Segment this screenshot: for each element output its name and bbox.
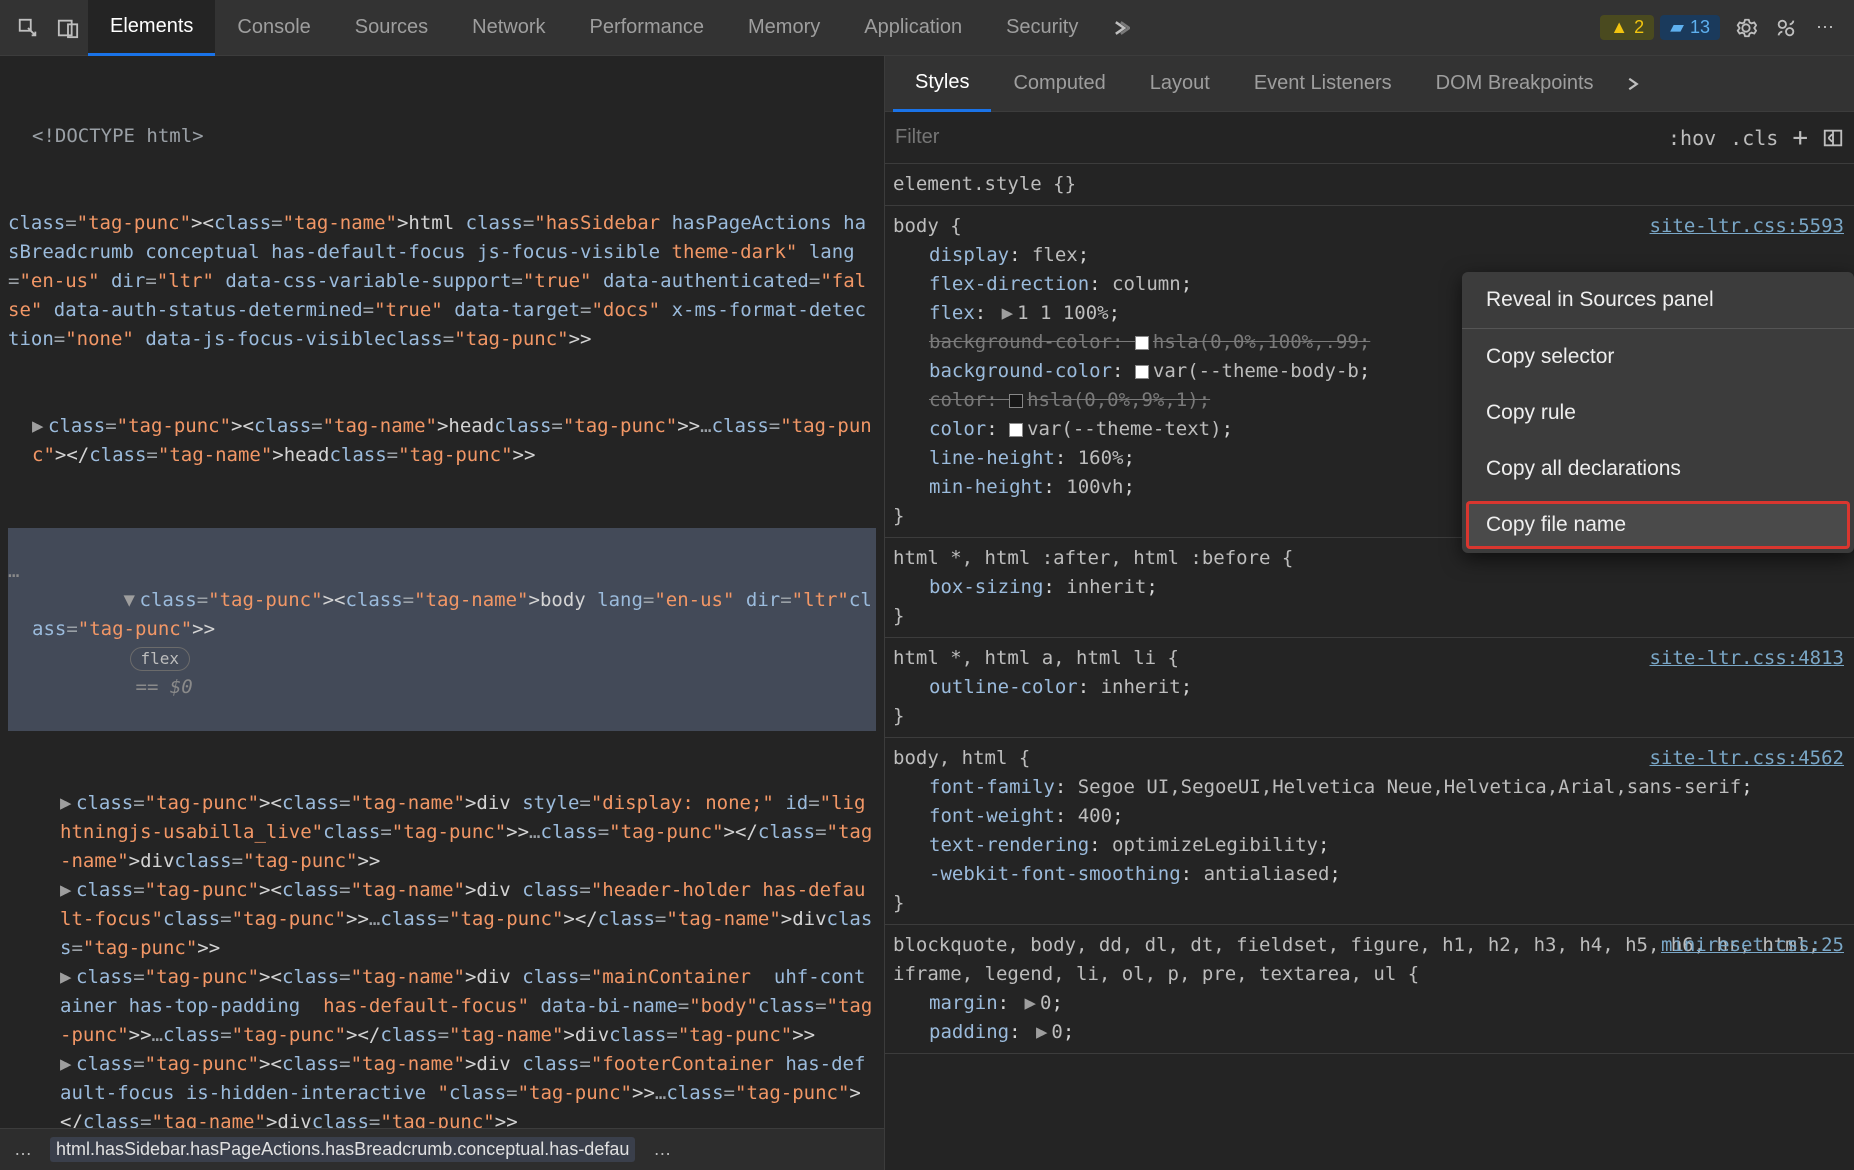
css-rule[interactable]: site-ltr.css:4813 html *, html a, html li… [885, 638, 1854, 738]
body-gutter: … [8, 557, 19, 586]
rule-source-link[interactable]: site-ltr.css:4562 [1650, 744, 1844, 773]
dom-child-node[interactable]: ▶class="tag-punc"><class="tag-name">div … [8, 963, 876, 1050]
more-tabs-icon[interactable] [1100, 8, 1140, 48]
main-tab-performance[interactable]: Performance [568, 0, 727, 56]
color-swatch[interactable] [1135, 365, 1149, 379]
main-tab-security[interactable]: Security [984, 0, 1100, 56]
rule-selector[interactable]: body { [893, 215, 962, 237]
main-tab-application[interactable]: Application [842, 0, 984, 56]
color-swatch[interactable] [1009, 423, 1023, 437]
dom-tree[interactable]: <!DOCTYPE html> class="tag-punc"><class=… [0, 56, 884, 1128]
css-rule[interactable]: element.style {} [885, 164, 1854, 206]
new-rule-button[interactable]: + [1792, 123, 1808, 153]
expand-icon[interactable]: ▶ [1036, 1021, 1047, 1043]
doctype-line[interactable]: <!DOCTYPE html> [8, 122, 876, 151]
context-menu-item[interactable]: Reveal in Sources panel [1462, 272, 1854, 328]
color-swatch[interactable] [1135, 336, 1149, 350]
messages-badge[interactable]: ▰ 13 [1660, 15, 1720, 40]
rule-selector[interactable]: html *, html :after, html :before { [893, 547, 1293, 569]
elements-panel: <!DOCTYPE html> class="tag-punc"><class=… [0, 56, 885, 1170]
rule-source-link[interactable]: site-ltr.css:5593 [1650, 212, 1844, 241]
rule-selector[interactable]: html *, html a, html li { [893, 647, 1179, 669]
computed-sidebar-toggle-icon[interactable] [1822, 127, 1844, 149]
expand-icon[interactable]: ▶ [1002, 302, 1013, 324]
settings-icon[interactable] [1726, 8, 1766, 48]
warnings-badge[interactable]: ▲ 2 [1600, 15, 1654, 40]
sub-tab-dom-breakpoints[interactable]: DOM Breakpoints [1414, 56, 1616, 112]
context-menu-item[interactable]: Copy file name [1466, 501, 1850, 549]
head-node[interactable]: ▶class="tag-punc"><class="tag-name">head… [8, 412, 876, 470]
css-declaration[interactable]: outline-color: inherit; [893, 673, 1846, 702]
context-menu-item[interactable]: Copy selector [1462, 329, 1854, 385]
css-declaration[interactable]: font-weight: 400; [893, 802, 1846, 831]
message-icon: ▰ [1670, 17, 1684, 38]
html-open[interactable]: class="tag-punc"><class="tag-name">html … [8, 209, 876, 354]
main-tab-sources[interactable]: Sources [333, 0, 450, 56]
more-subtabs-icon[interactable] [1624, 75, 1642, 93]
breadcrumb-right-ellipsis: … [653, 1139, 671, 1160]
css-declaration[interactable]: -webkit-font-smoothing: antialiased; [893, 860, 1846, 889]
styles-panel: StylesComputedLayoutEvent ListenersDOM B… [885, 56, 1854, 1170]
context-menu: Reveal in Sources panelCopy selectorCopy… [1462, 272, 1854, 553]
styles-filter-input[interactable] [895, 126, 1654, 149]
device-toggle-icon[interactable] [48, 8, 88, 48]
breadcrumb[interactable]: … html.hasSidebar.hasPageActions.hasBrea… [0, 1128, 884, 1170]
styles-tab-bar: StylesComputedLayoutEvent ListenersDOM B… [885, 56, 1854, 112]
main-tab-elements[interactable]: Elements [88, 0, 215, 56]
rule-source-link[interactable]: minireset.css:25 [1661, 931, 1844, 960]
dom-child-node[interactable]: ▶class="tag-punc"><class="tag-name">div … [8, 1050, 876, 1128]
cls-toggle[interactable]: .cls [1730, 126, 1778, 150]
css-rule[interactable]: site-ltr.css:4562 body, html { font-family… [885, 738, 1854, 925]
main-tab-bar: ElementsConsoleSourcesNetworkPerformance… [0, 0, 1854, 56]
sub-tab-styles[interactable]: Styles [893, 56, 991, 112]
expand-icon[interactable]: ▶ [1025, 992, 1036, 1014]
css-declaration[interactable]: padding: ▶0; [893, 1018, 1846, 1047]
selected-var: == $0 [136, 676, 193, 698]
breadcrumb-left-ellipsis: … [14, 1139, 32, 1160]
context-menu-item[interactable]: Copy all declarations [1462, 441, 1854, 497]
css-declaration[interactable]: margin: ▶0; [893, 989, 1846, 1018]
css-rule[interactable]: html *, html :after, html :before { box-s… [885, 538, 1854, 638]
rule-selector[interactable]: element.style { [893, 173, 1065, 195]
rule-selector[interactable]: body, html { [893, 747, 1030, 769]
sub-tab-computed[interactable]: Computed [991, 56, 1127, 112]
warnings-count: 2 [1634, 17, 1644, 38]
warning-icon: ▲ [1610, 17, 1628, 38]
dom-child-node[interactable]: ▶class="tag-punc"><class="tag-name">div … [8, 876, 876, 963]
dom-child-node[interactable]: ▶class="tag-punc"><class="tag-name">div … [8, 789, 876, 876]
context-menu-item[interactable]: Copy rule [1462, 385, 1854, 441]
main-tab-console[interactable]: Console [215, 0, 332, 56]
breadcrumb-path[interactable]: html.hasSidebar.hasPageActions.hasBreadc… [50, 1137, 635, 1162]
hov-toggle[interactable]: :hov [1668, 126, 1716, 150]
sub-tab-event-listeners[interactable]: Event Listeners [1232, 56, 1414, 112]
css-declaration[interactable]: text-rendering: optimizeLegibility; [893, 831, 1846, 860]
messages-count: 13 [1690, 17, 1710, 38]
rule-source-link[interactable]: site-ltr.css:4813 [1650, 644, 1844, 673]
inspect-icon[interactable] [8, 8, 48, 48]
kebab-menu-icon[interactable]: ⋯ [1806, 8, 1846, 48]
css-rule[interactable]: minireset.css:25blockquote, body, dd, dl… [885, 925, 1854, 1054]
body-node-selected[interactable]: … ▼class="tag-punc"><class="tag-name">bo… [8, 528, 876, 731]
css-declaration[interactable]: box-sizing: inherit; [893, 573, 1846, 602]
sub-tab-layout[interactable]: Layout [1128, 56, 1232, 112]
flex-pill[interactable]: flex [130, 647, 191, 671]
feedback-icon[interactable] [1766, 8, 1806, 48]
main-tab-network[interactable]: Network [450, 0, 567, 56]
main-tab-memory[interactable]: Memory [726, 0, 842, 56]
styles-toolbar: :hov .cls + [885, 112, 1854, 164]
css-declaration[interactable]: font-family: Segoe UI,SegoeUI,Helvetica … [893, 773, 1846, 802]
color-swatch[interactable] [1009, 394, 1023, 408]
css-declaration[interactable]: display: flex; [893, 241, 1846, 270]
